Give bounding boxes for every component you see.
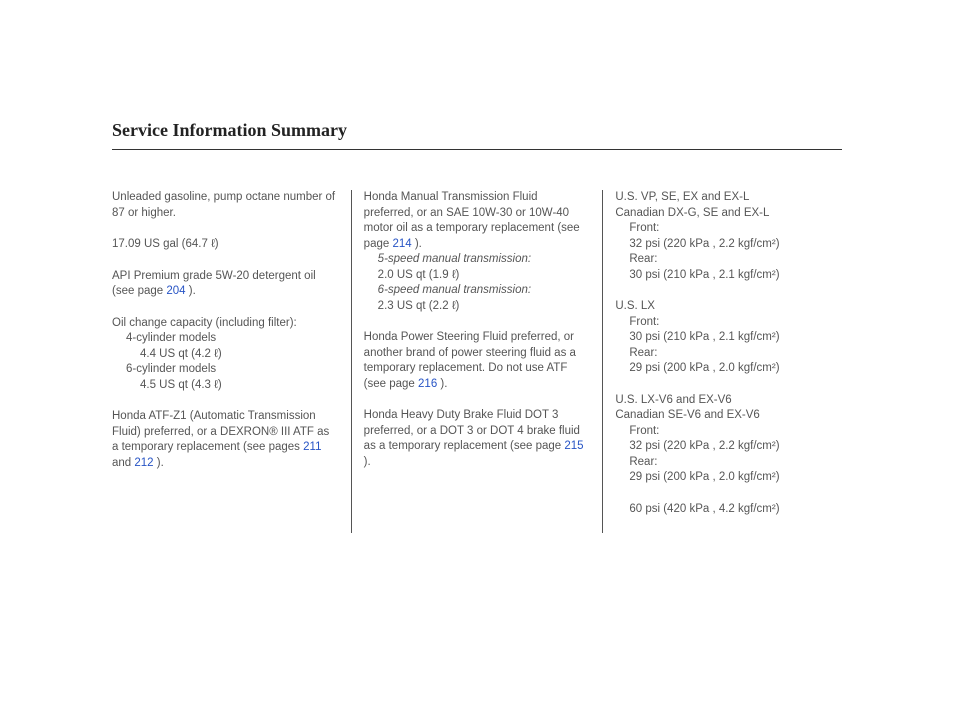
page-link-215[interactable]: 215 [564, 440, 583, 452]
atf-spec: Honda ATF-Z1 (Automatic Transmission Flu… [112, 409, 339, 471]
speed5-label: 5-speed manual transmission: [364, 252, 591, 268]
cyl4-label: 4-cylinder models [112, 331, 339, 347]
spare-tire-value: 60 psi (420 kPa , 4.2 kgf/cm²) [615, 502, 842, 518]
g3-line1: U.S. LX-V6 and EX-V6 [615, 393, 842, 409]
oil-capacity-header: Oil change capacity (including filter): [112, 316, 339, 332]
cyl6-label: 6-cylinder models [112, 362, 339, 378]
oil-text-post: ). [186, 285, 196, 297]
g1-front-label: Front: [615, 221, 842, 237]
page-link-204[interactable]: 204 [166, 285, 185, 297]
oil-capacity-block: Oil change capacity (including filter): … [112, 316, 339, 394]
g3-line2: Canadian SE-V6 and EX-V6 [615, 408, 842, 424]
tire-group-1: U.S. VP, SE, EX and EX-L Canadian DX-G, … [615, 190, 842, 283]
brake-text-pre: Honda Heavy Duty Brake Fluid DOT 3 prefe… [364, 409, 580, 452]
speed6-label: 6-speed manual transmission: [364, 283, 591, 299]
cyl4-value: 4.4 US qt (4.2 ℓ) [112, 347, 339, 363]
cyl6-value: 4.5 US qt (4.3 ℓ) [112, 378, 339, 394]
tire-group-2: U.S. LX Front: 30 psi (210 kPa , 2.1 kgf… [615, 299, 842, 377]
g2-front-label: Front: [615, 315, 842, 331]
brake-spec: Honda Heavy Duty Brake Fluid DOT 3 prefe… [364, 408, 591, 470]
g1-line1: U.S. VP, SE, EX and EX-L [615, 190, 842, 206]
page-link-211[interactable]: 211 [303, 441, 321, 453]
g3-rear-label: Rear: [615, 455, 842, 471]
atf-text-post: ). [154, 457, 164, 469]
page-link-214[interactable]: 214 [392, 238, 411, 250]
g2-rear-label: Rear: [615, 346, 842, 362]
tank-capacity: 17.09 US gal (64.7 ℓ) [112, 237, 339, 253]
g1-rear-value: 30 psi (210 kPa , 2.1 kgf/cm²) [615, 268, 842, 284]
psf-spec: Honda Power Steering Fluid preferred, or… [364, 330, 591, 392]
speed5-value: 2.0 US qt (1.9 ℓ) [364, 268, 591, 284]
g2-line1: U.S. LX [615, 299, 842, 315]
column-2: Honda Manual Transmission Fluid preferre… [351, 190, 603, 533]
psf-text-post: ). [437, 378, 447, 390]
g1-front-value: 32 psi (220 kPa , 2.2 kgf/cm²) [615, 237, 842, 253]
mtf-text-post: ). [412, 238, 422, 250]
speed6-value: 2.3 US qt (2.2 ℓ) [364, 299, 591, 315]
g2-rear-value: 29 psi (200 kPa , 2.0 kgf/cm²) [615, 361, 842, 377]
engine-oil-spec: API Premium grade 5W-20 detergent oil (s… [112, 269, 339, 300]
g2-front-value: 30 psi (210 kPa , 2.1 kgf/cm²) [615, 330, 842, 346]
g1-rear-label: Rear: [615, 252, 842, 268]
atf-text-pre: Honda ATF-Z1 (Automatic Transmission Flu… [112, 410, 329, 453]
mtf-spec: Honda Manual Transmission Fluid preferre… [364, 190, 591, 314]
g3-rear-value: 29 psi (200 kPa , 2.0 kgf/cm²) [615, 470, 842, 486]
psf-text-pre: Honda Power Steering Fluid preferred, or… [364, 331, 576, 390]
tire-group-3: U.S. LX-V6 and EX-V6 Canadian SE-V6 and … [615, 393, 842, 486]
atf-text-mid: and [112, 457, 134, 469]
page-title: Service Information Summary [112, 120, 842, 150]
columns-container: Unleaded gasoline, pump octane number of… [112, 190, 842, 533]
oil-text-pre: API Premium grade 5W-20 detergent oil (s… [112, 270, 316, 298]
g1-line2: Canadian DX-G, SE and EX-L [615, 206, 842, 222]
page-link-216[interactable]: 216 [418, 378, 437, 390]
g3-front-value: 32 psi (220 kPa , 2.2 kgf/cm²) [615, 439, 842, 455]
column-3: U.S. VP, SE, EX and EX-L Canadian DX-G, … [602, 190, 842, 533]
page-link-212[interactable]: 212 [134, 457, 153, 469]
column-1: Unleaded gasoline, pump octane number of… [112, 190, 351, 533]
fuel-spec: Unleaded gasoline, pump octane number of… [112, 190, 339, 221]
g3-front-label: Front: [615, 424, 842, 440]
brake-text-post: ). [364, 456, 371, 468]
